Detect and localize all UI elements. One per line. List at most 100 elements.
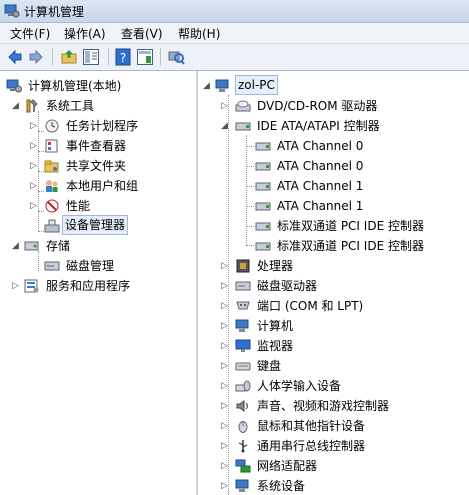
monitor-icon [235, 339, 251, 352]
device-category-network-adapters[interactable]: ▷ 网络适配器 [199, 456, 469, 476]
ide-channel-icon [255, 182, 271, 191]
services-icon [24, 279, 39, 293]
device-category-system-devices[interactable]: ▷ 系统设备 [199, 476, 469, 495]
navigation-tree-pane[interactable]: 计算机管理(本地) ◢ 系统工具 ▷ 任务计划程序 ▷ 事件查看器 ▷ 共享文件… [0, 71, 198, 495]
usb-icon [238, 440, 248, 453]
dvd-drive-icon [235, 100, 251, 112]
hid-icon [235, 380, 251, 392]
ide-channel-icon [255, 222, 271, 231]
disk-icon [44, 261, 60, 271]
device-pci-ide-controller[interactable]: 标准双通道 PCI IDE 控制器 [199, 236, 469, 256]
expander-closed-icon[interactable]: ▷ [221, 396, 231, 416]
ide-channel-icon [255, 162, 271, 171]
device-category-disk-drives[interactable]: ▷ 磁盘驱动器 [199, 276, 469, 296]
expander-closed-icon[interactable]: ▷ [221, 476, 231, 495]
expander-closed-icon[interactable]: ▷ [221, 356, 231, 376]
keyboard-icon [235, 362, 251, 371]
toolbar-separator [52, 48, 53, 66]
menu-view[interactable]: 查看(V) [119, 25, 165, 42]
expander-open-icon[interactable]: ◢ [221, 116, 231, 136]
menu-action[interactable]: 操作(A) [62, 25, 108, 42]
sound-icon [236, 400, 248, 412]
expander-closed-icon[interactable]: ▷ [221, 416, 231, 436]
users-icon [46, 180, 58, 192]
device-category-computer[interactable]: ▷ 计算机 [199, 316, 469, 336]
device-category-mice[interactable]: ▷ 鼠标和其他指针设备 [199, 416, 469, 436]
tree-item-event-viewer[interactable]: ▷ 事件查看器 [0, 136, 196, 156]
event-viewer-icon [45, 139, 58, 153]
storage-icon [24, 241, 39, 251]
clock-icon [45, 119, 59, 133]
performance-icon [45, 199, 59, 213]
toolbar-separator [108, 48, 109, 66]
forward-icon[interactable] [27, 48, 45, 66]
expander-closed-icon[interactable]: ▷ [30, 136, 40, 156]
expander-closed-icon[interactable]: ▷ [12, 276, 22, 296]
tree-item-shared-folders[interactable]: ▷ 共享文件夹 [0, 156, 196, 176]
help-icon[interactable]: ? [114, 48, 132, 66]
device-ata-channel-0[interactable]: ATA Channel 0 [199, 136, 469, 156]
menu-help[interactable]: 帮助(H) [176, 25, 222, 42]
ide-controller-icon [235, 122, 251, 131]
expander-closed-icon[interactable]: ▷ [221, 96, 231, 116]
tree-item-services-applications[interactable]: ▷ 服务和应用程序 [0, 276, 196, 296]
device-category-usb[interactable]: ▷ 通用串行总线控制器 [199, 436, 469, 456]
tree-item-storage[interactable]: ◢ 存储 [0, 236, 196, 256]
expander-closed-icon[interactable]: ▷ [221, 296, 231, 316]
expander-closed-icon[interactable]: ▷ [30, 116, 40, 136]
computer-icon [215, 79, 229, 92]
expander-closed-icon[interactable]: ▷ [221, 456, 231, 476]
port-icon [236, 301, 250, 310]
tree-item-disk-management[interactable]: 磁盘管理 [0, 256, 196, 276]
device-category-dvd-cd-rom[interactable]: ▷ DVD/CD-ROM 驱动器 [199, 96, 469, 116]
device-category-hid[interactable]: ▷ 人体学输入设备 [199, 376, 469, 396]
device-pci-ide-controller[interactable]: 标准双通道 PCI IDE 控制器 [199, 216, 469, 236]
shared-folder-icon [44, 160, 59, 173]
device-tree-pane[interactable]: ◢ zol-PC ▷ DVD/CD-ROM 驱动器 ◢ IDE ATA/ATAP… [199, 71, 469, 495]
expander-closed-icon[interactable]: ▷ [30, 176, 40, 196]
toolbar: ? [0, 44, 469, 71]
tree-item-computer-management[interactable]: 计算机管理(本地) [0, 76, 196, 96]
device-category-monitors[interactable]: ▷ 监视器 [199, 336, 469, 356]
tree-item-local-users-groups[interactable]: ▷ 本地用户和组 [0, 176, 196, 196]
toolbar-separator [160, 48, 161, 66]
up-folder-icon[interactable] [60, 48, 78, 66]
tree-item-device-manager[interactable]: 设备管理器 [0, 215, 196, 236]
expander-closed-icon[interactable]: ▷ [30, 156, 40, 176]
expander-closed-icon[interactable]: ▷ [221, 436, 231, 456]
device-category-keyboards[interactable]: ▷ 键盘 [199, 356, 469, 376]
expander-closed-icon[interactable]: ▷ [221, 336, 231, 356]
menu-file[interactable]: 文件(F) [8, 25, 52, 42]
expander-open-icon[interactable]: ◢ [203, 76, 213, 96]
show-tree-icon[interactable] [82, 48, 100, 66]
computer-icon [235, 319, 249, 332]
device-ata-channel-1[interactable]: ATA Channel 1 [199, 176, 469, 196]
ide-channel-icon [255, 242, 271, 251]
device-node-computer-root[interactable]: ◢ zol-PC [199, 75, 469, 96]
tools-icon [26, 99, 38, 113]
device-category-sound-video-game[interactable]: ▷ 声音、视频和游戏控制器 [199, 396, 469, 416]
tree-item-task-scheduler[interactable]: ▷ 任务计划程序 [0, 116, 196, 136]
ide-channel-icon [255, 142, 271, 151]
network-adapter-icon [235, 459, 251, 473]
device-category-ports[interactable]: ▷ 端口 (COM 和 LPT) [199, 296, 469, 316]
scan-hardware-icon[interactable] [167, 48, 185, 66]
device-category-ide-ata-atapi[interactable]: ◢ IDE ATA/ATAPI 控制器 [199, 116, 469, 136]
expander-closed-icon[interactable]: ▷ [30, 196, 40, 216]
computer-management-icon [6, 79, 22, 93]
tree-item-system-tools[interactable]: ◢ 系统工具 [0, 96, 196, 116]
expander-closed-icon[interactable]: ▷ [221, 316, 231, 336]
expander-closed-icon[interactable]: ▷ [221, 256, 231, 276]
device-ata-channel-0[interactable]: ATA Channel 0 [199, 156, 469, 176]
device-ata-channel-1[interactable]: ATA Channel 1 [199, 196, 469, 216]
disk-drive-icon [235, 281, 251, 291]
expander-closed-icon[interactable]: ▷ [221, 376, 231, 396]
tree-item-performance[interactable]: ▷ 性能 [0, 196, 196, 216]
expander-open-icon[interactable]: ◢ [12, 236, 22, 256]
back-icon[interactable] [6, 48, 24, 66]
properties-icon[interactable] [136, 48, 154, 66]
expander-closed-icon[interactable]: ▷ [221, 276, 231, 296]
device-category-processors[interactable]: ▷ 处理器 [199, 256, 469, 276]
expander-open-icon[interactable]: ◢ [12, 96, 22, 116]
menu-bar: 文件(F) 操作(A) 查看(V) 帮助(H) [0, 23, 469, 44]
